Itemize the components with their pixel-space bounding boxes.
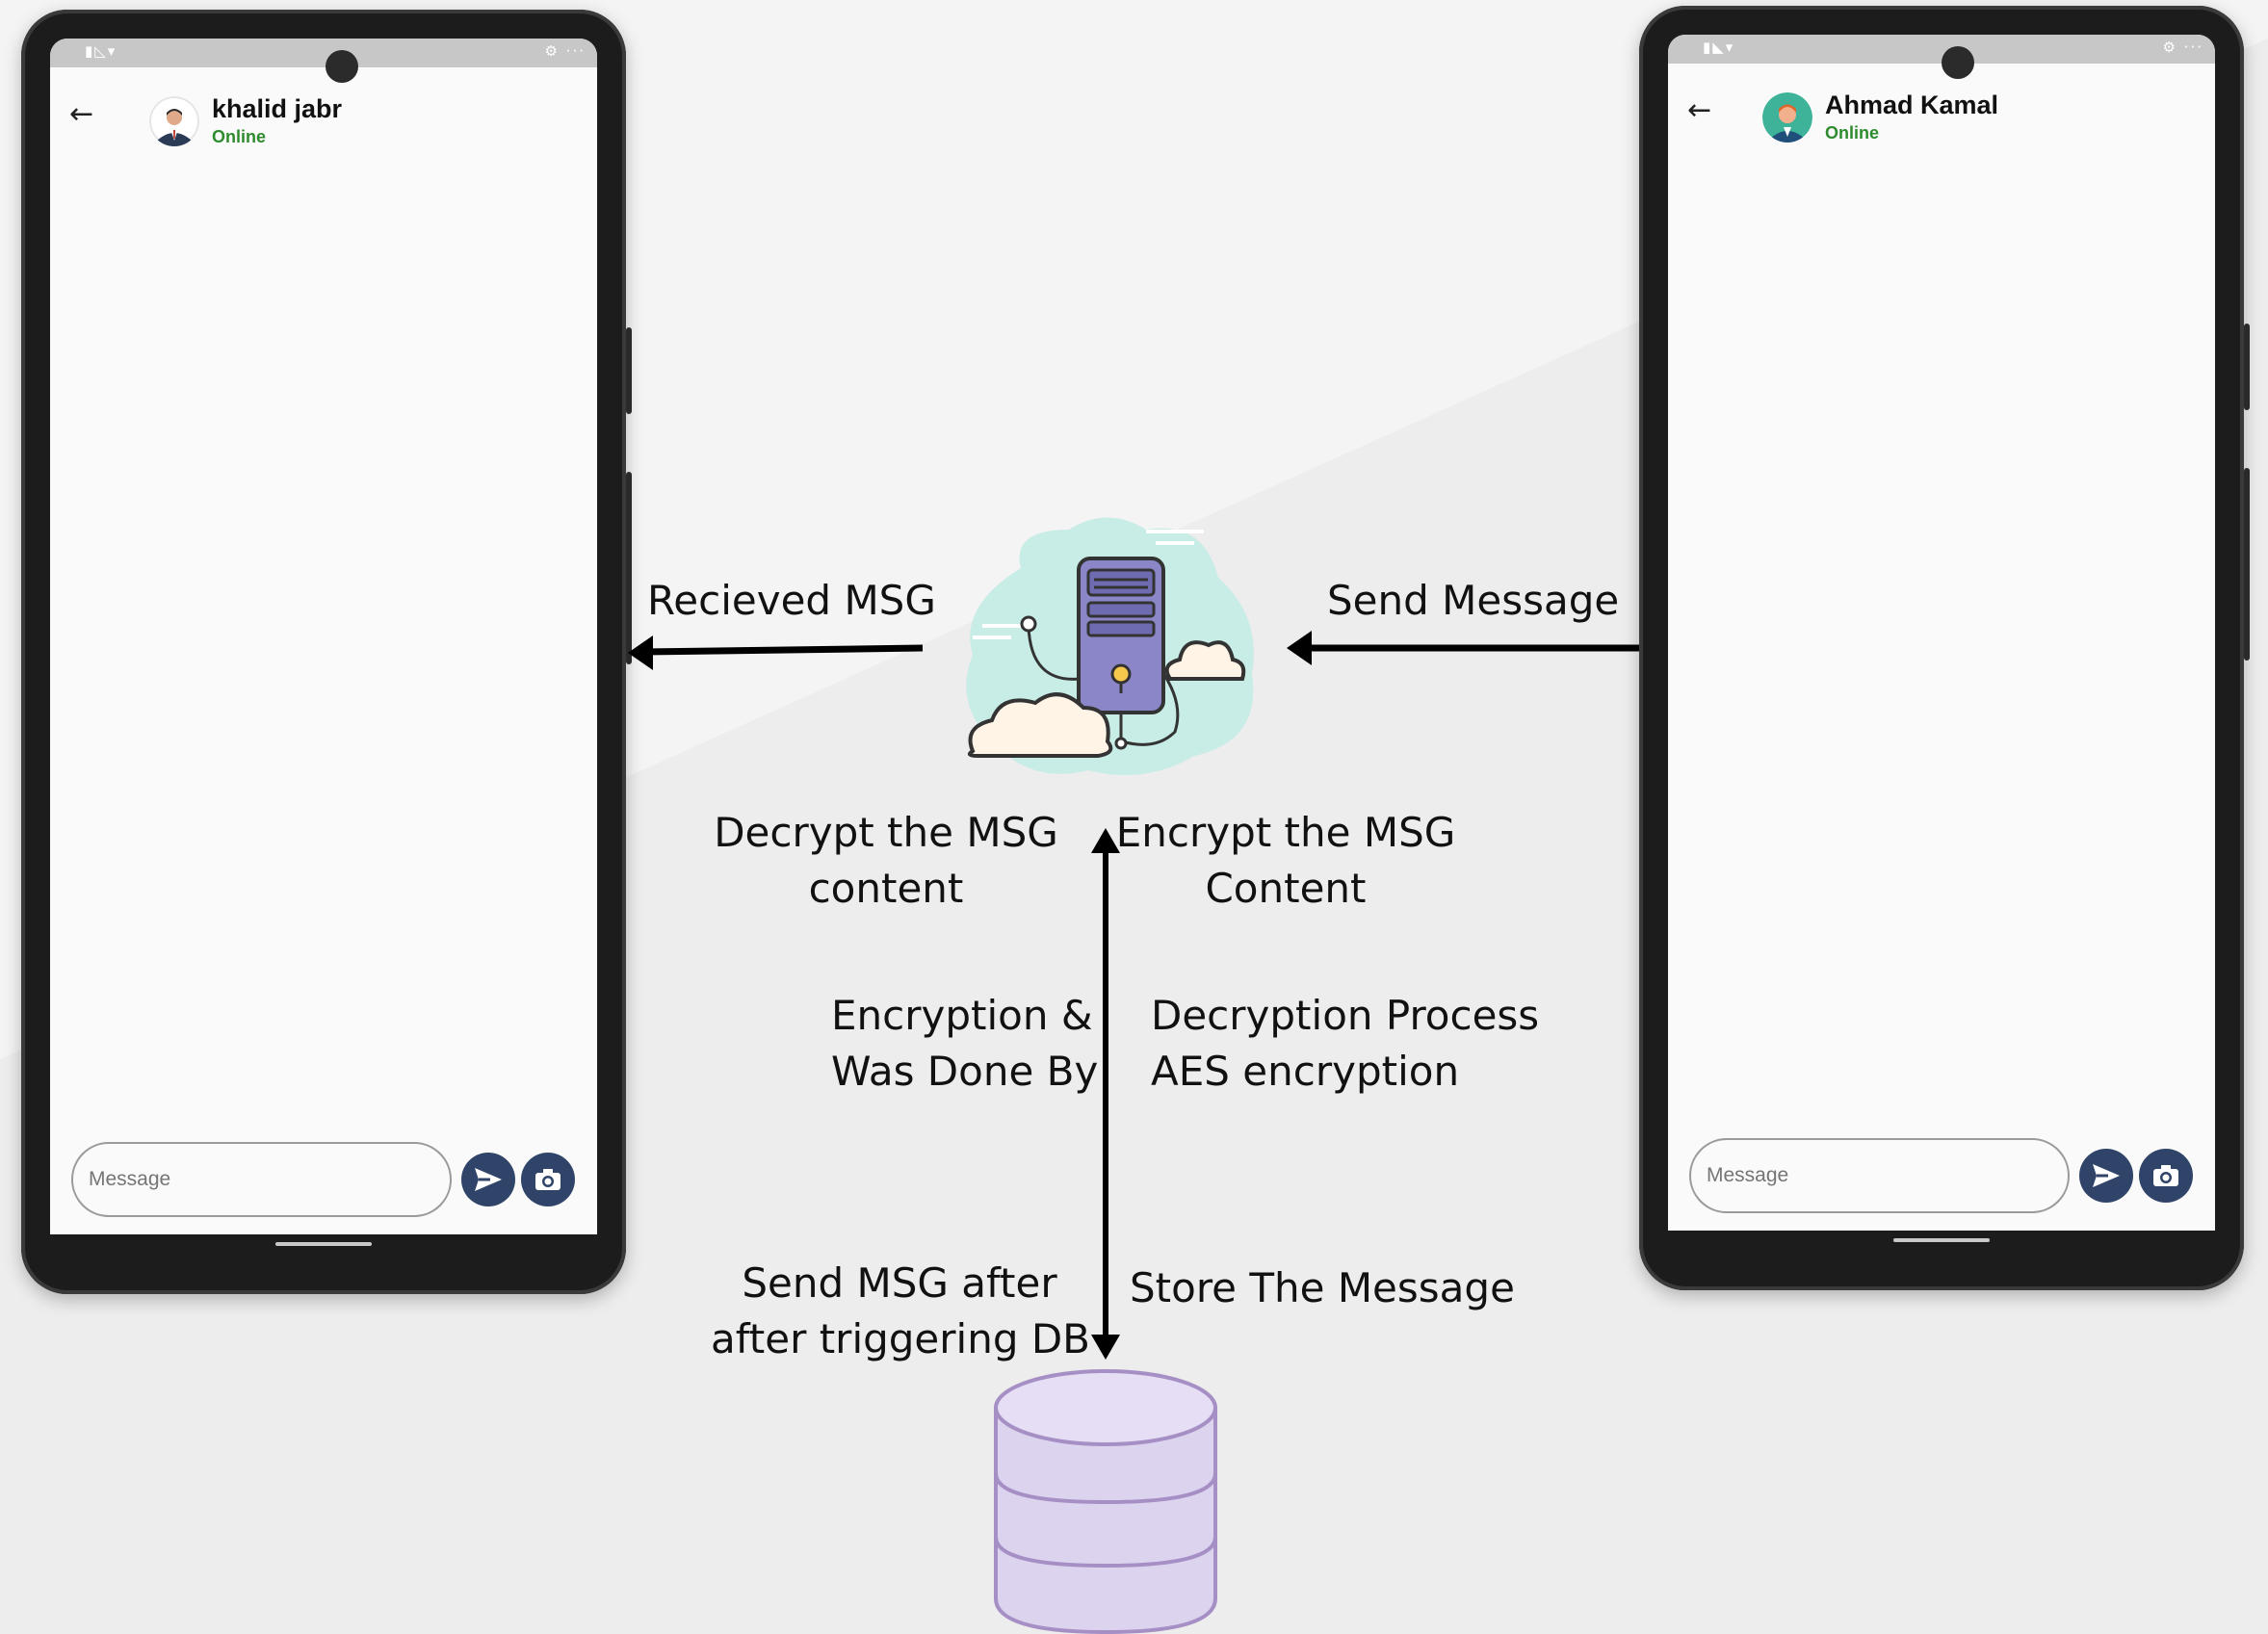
send-after-db-line1: Send MSG after — [742, 1259, 1057, 1307]
send-after-db-line2: after triggering DB — [711, 1315, 1090, 1362]
encryption-done-line2: Was Done By — [831, 1048, 1099, 1095]
decryption-process-label: Decryption Process AES encryption — [1151, 988, 1539, 1100]
decrypt-label: Decrypt the MSG content — [713, 805, 1059, 917]
encrypt-label: Encrypt the MSG Content — [1112, 805, 1459, 917]
encryption-done-line1: Encryption & — [831, 992, 1093, 1039]
decryption-process-line1: Decryption Process — [1151, 992, 1540, 1039]
send-after-db-label: Send MSG after after triggering DB — [711, 1256, 1090, 1367]
store-message-label: Store The Message — [1130, 1264, 1515, 1311]
decrypt-label-line1: Decrypt the MSG — [714, 809, 1058, 856]
received-msg-label: Recieved MSG — [647, 577, 936, 624]
front-camera — [1942, 46, 1974, 79]
encrypt-label-line1: Encrypt the MSG — [1115, 809, 1456, 856]
front-camera — [326, 50, 358, 83]
decryption-process-line2: AES encryption — [1151, 1048, 1460, 1095]
received-arrow-head — [628, 635, 653, 670]
send-arrow-head — [1287, 631, 1312, 665]
db-arrow-down-head — [1091, 1335, 1120, 1360]
decrypt-label-line2: content — [808, 865, 964, 912]
encryption-done-label: Encryption & Was Done By — [831, 988, 1098, 1100]
send-message-label: Send Message — [1327, 577, 1620, 624]
encrypt-label-line2: Content — [1205, 865, 1367, 912]
received-arrow-line — [642, 644, 924, 656]
